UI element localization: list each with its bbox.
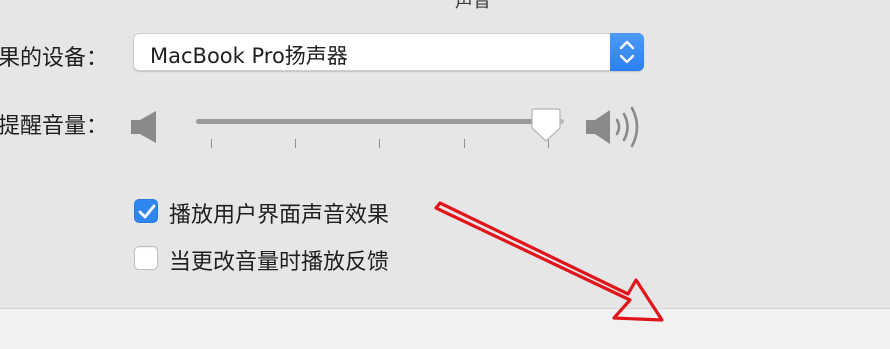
ui-sound-effects-checkbox[interactable] [134,199,158,223]
window-title: 声音 [455,0,491,12]
volume-feedback-checkbox[interactable] [134,246,158,270]
speaker-mute-icon [130,109,160,149]
select-arrows-icon[interactable] [610,33,644,71]
window-footer [0,308,890,349]
slider-tick [379,139,380,148]
alert-volume-slider-thumb[interactable] [529,108,563,144]
slider-tick [295,139,296,148]
alert-volume-label: 提醒音量： [0,114,109,139]
slider-tick [211,139,212,148]
output-device-value: MacBook Pro扬声器 [150,44,348,68]
output-device-select[interactable]: MacBook Pro扬声器 [133,33,644,71]
window-title-bar: 声音 [0,0,890,12]
speaker-loud-icon [584,101,652,157]
up-down-chevrons-icon [619,40,635,64]
output-device-label: 果的设备： [0,46,109,71]
volume-feedback-label[interactable]: 当更改音量时播放反馈 [169,244,389,276]
checkmark-icon [138,204,156,219]
slider-tick [464,139,465,148]
alert-volume-fill [196,119,546,124]
ui-sound-effects-label[interactable]: 播放用户界面声音效果 [169,197,389,229]
